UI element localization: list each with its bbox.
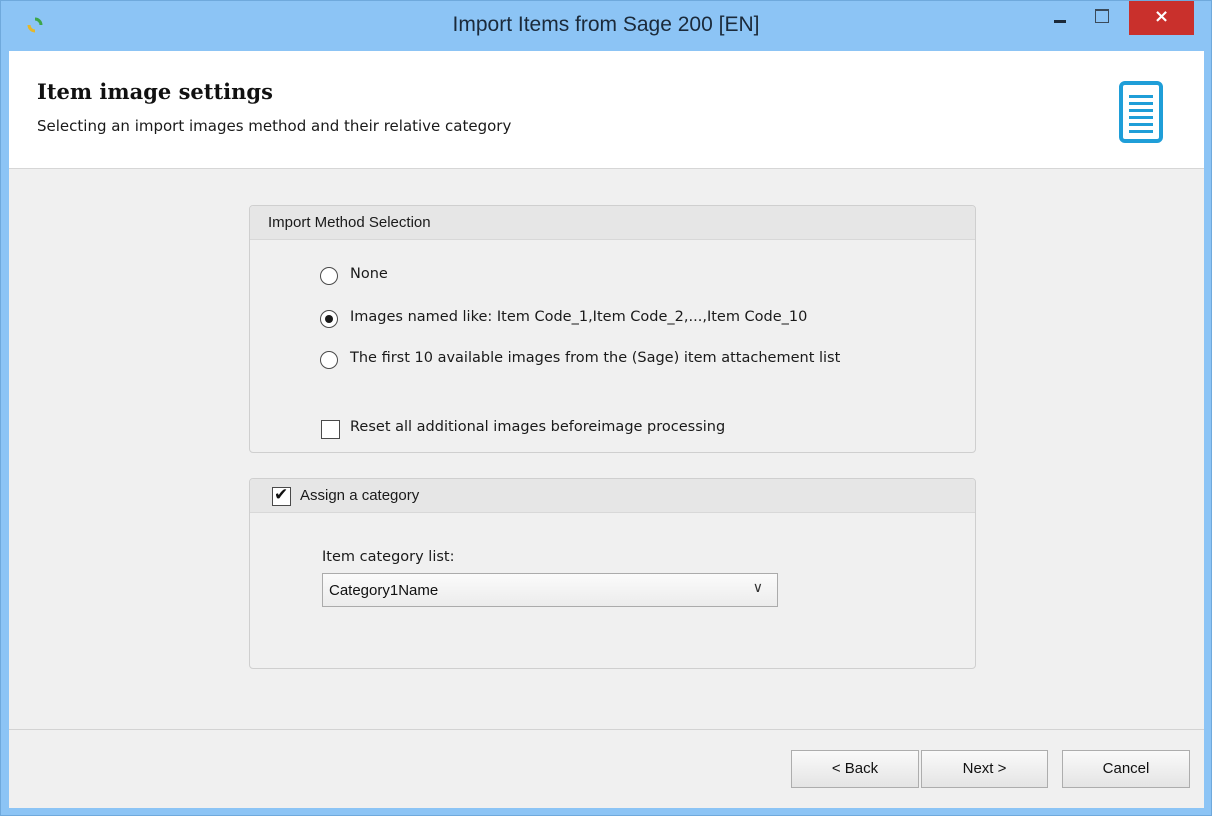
minimize-button[interactable] (1045, 7, 1075, 33)
wizard-footer: < Back Next > Cancel (9, 729, 1204, 808)
maximize-button[interactable] (1087, 7, 1117, 33)
reset-images-checkbox[interactable] (321, 420, 340, 439)
wizard-header: Item image settings Selecting an import … (9, 51, 1204, 169)
category-group-header: Assign a category (250, 479, 975, 513)
close-icon: × (1153, 6, 1170, 27)
assign-category-checkbox[interactable] (272, 485, 291, 506)
reset-images-label[interactable]: Reset all additional images beforeimage … (350, 419, 725, 435)
back-button[interactable]: < Back (791, 750, 919, 788)
cancel-button[interactable]: Cancel (1062, 750, 1190, 788)
page-title: Item image settings (37, 79, 273, 104)
title-bar[interactable]: Import Items from Sage 200 [EN] × (1, 1, 1211, 51)
window-title: Import Items from Sage 200 [EN] (452, 13, 760, 36)
import-method-heading: Import Method Selection (268, 214, 431, 231)
assign-category-label[interactable]: Assign a category (300, 487, 419, 504)
next-button[interactable]: Next > (921, 750, 1048, 788)
document-icon (1119, 81, 1163, 143)
radio-first-10-images[interactable] (320, 351, 338, 369)
item-category-list-label: Item category list: (322, 549, 455, 565)
import-wizard-window: Import Items from Sage 200 [EN] × Item i… (0, 0, 1212, 816)
item-category-selected-value: Category1Name (329, 582, 439, 599)
import-method-group-header: Import Method Selection (250, 206, 975, 240)
chevron-down-icon: ∨ (752, 580, 763, 596)
radio-none[interactable] (320, 267, 338, 285)
radio-none-label[interactable]: None (350, 266, 388, 282)
category-group: Assign a category Item category list: Ca… (249, 478, 976, 669)
radio-first-10-images-label[interactable]: The first 10 available images from the (… (350, 350, 840, 366)
import-method-group: Import Method Selection None Images name… (249, 205, 976, 453)
item-category-select[interactable]: Category1Name ∨ (322, 573, 778, 607)
page-subtitle: Selecting an import images method and th… (37, 117, 512, 135)
close-button[interactable]: × (1129, 1, 1194, 35)
wizard-content: Import Method Selection None Images name… (9, 169, 1204, 729)
radio-images-named-like[interactable] (320, 310, 338, 328)
radio-images-named-like-label[interactable]: Images named like: Item Code_1,Item Code… (350, 309, 807, 325)
